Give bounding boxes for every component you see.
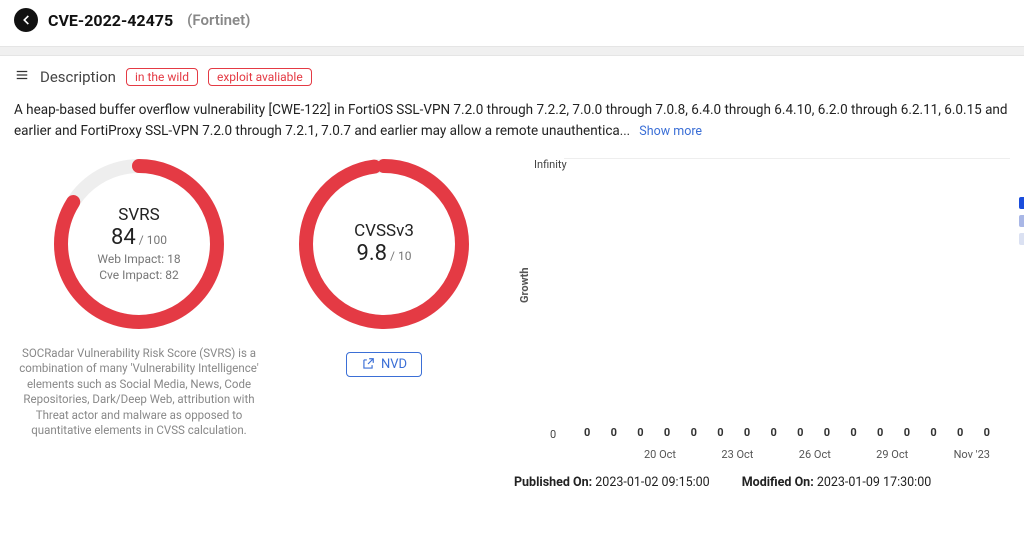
- back-button[interactable]: [14, 8, 38, 32]
- description-text: A heap-based buffer overflow vulnerabili…: [14, 102, 1008, 139]
- nvd-button[interactable]: NVD: [346, 352, 422, 377]
- svrs-description: SOCRadar Vulnerability Risk Score (SVRS)…: [14, 346, 264, 439]
- legend-swatch: [1019, 215, 1024, 227]
- chart-data-label: 0: [717, 426, 723, 439]
- svrs-title: SVRS: [118, 205, 160, 225]
- svrs-gauge: SVRS 84/ 100 Web Impact: 18 Cve Impact: …: [49, 154, 229, 334]
- legend-item[interactable]: News: [1019, 214, 1024, 228]
- chart-data-label: 0: [797, 426, 803, 439]
- section-title: Description: [40, 68, 116, 86]
- chart-data-label: 0: [611, 426, 617, 439]
- svrs-score: 84: [111, 225, 136, 250]
- svrs-web-impact: Web Impact: 18: [97, 252, 180, 266]
- chart-data-label: 0: [877, 426, 883, 439]
- chart-data-label: 0: [930, 426, 936, 439]
- chart-x-tick: 20 Oct: [644, 448, 676, 461]
- description-ellipsis: ...: [620, 124, 630, 139]
- cvss-gauge: CVSSv3 9.8/ 10: [294, 154, 474, 334]
- chart-data-label: 0: [584, 426, 590, 439]
- cve-vendor-label: (Fortinet): [187, 11, 250, 29]
- chart-data-label: 0: [637, 426, 643, 439]
- external-link-icon: [361, 357, 375, 371]
- modified-label: Modified On:: [742, 475, 814, 490]
- legend-item[interactable]: Tweets: [1019, 232, 1024, 246]
- cvss-title: CVSSv3: [354, 221, 414, 241]
- legend-swatch: [1019, 233, 1024, 245]
- chart-data-label: 0: [770, 426, 776, 439]
- chart-data-label: 0: [904, 426, 910, 439]
- chart-y-bottom-label: 0: [550, 428, 556, 441]
- chart-y-top-label: Infinity: [534, 158, 567, 171]
- section-divider: [0, 46, 1024, 56]
- legend-swatch: [1019, 197, 1024, 209]
- legend-item[interactable]: GitHub: [1019, 196, 1024, 210]
- tag-in-the-wild: in the wild: [126, 68, 198, 86]
- show-more-link[interactable]: Show more: [639, 124, 702, 139]
- chart-data-label: 0: [850, 426, 856, 439]
- chart-x-tick: Nov '23: [954, 448, 990, 461]
- chart-x-tick: 26 Oct: [799, 448, 831, 461]
- growth-chart: Infinity Growth 0 0 0 0 0 0 0 0 0 0 0 0 0 0 0 0 0 20 Oc…: [504, 154, 1010, 490]
- published-label: Published On:: [514, 475, 592, 490]
- chart-data-label: 0: [957, 426, 963, 439]
- cvss-denom: / 10: [390, 249, 411, 263]
- arrow-left-icon: [19, 13, 33, 27]
- chart-x-tick: 23 Oct: [721, 448, 753, 461]
- nvd-button-label: NVD: [381, 357, 407, 372]
- chart-data-label: 0: [824, 426, 830, 439]
- modified-value: 2023-01-09 17:30:00: [817, 475, 931, 490]
- chart-x-tick: 29 Oct: [876, 448, 908, 461]
- tag-exploit-available: exploit avaliable: [208, 68, 312, 86]
- svrs-cve-impact: Cve Impact: 82: [99, 268, 179, 282]
- chart-data-label: 0: [744, 426, 750, 439]
- chart-data-label: 0: [691, 426, 697, 439]
- published-value: 2023-01-02 09:15:00: [595, 475, 709, 490]
- chart-data-label: 0: [984, 426, 990, 439]
- cve-id-title: CVE-2022-42475: [48, 11, 173, 30]
- cvss-score: 9.8: [357, 241, 388, 266]
- chart-y-axis-label: Growth: [518, 267, 531, 303]
- svrs-denom: / 100: [139, 233, 167, 247]
- chart-data-label: 0: [664, 426, 670, 439]
- list-icon: [14, 68, 30, 86]
